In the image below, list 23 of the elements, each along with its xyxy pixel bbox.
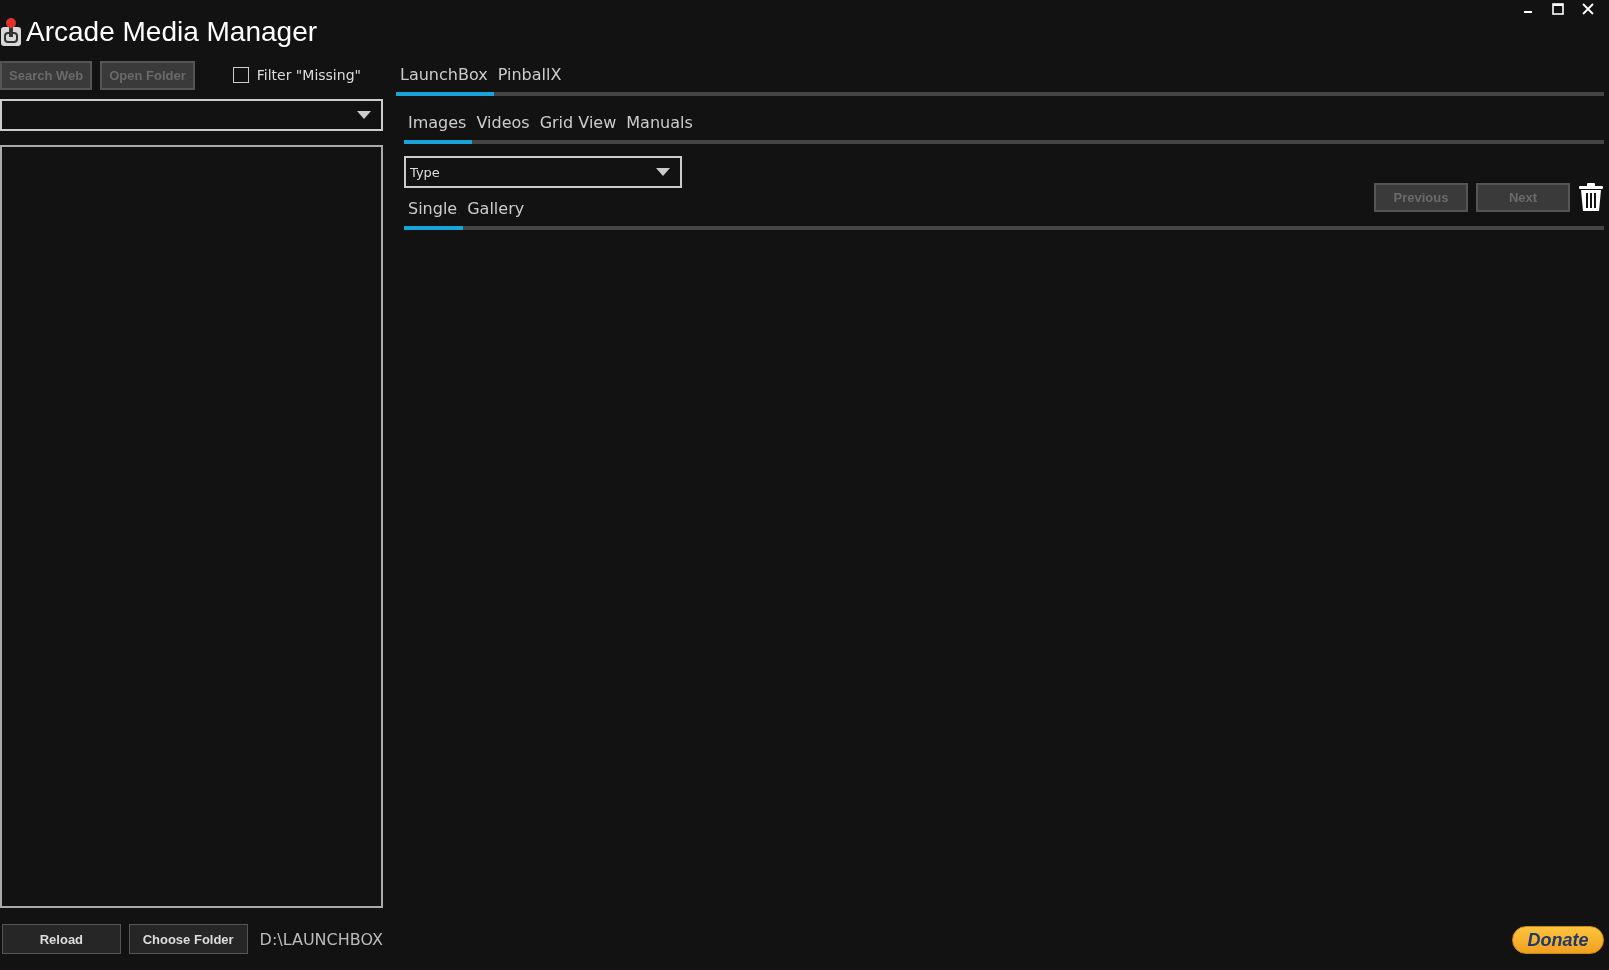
media-tab[interactable]: Manuals bbox=[622, 113, 699, 144]
window-title: Arcade Media Manager bbox=[26, 16, 318, 48]
footer-button[interactable]: Reload bbox=[2, 924, 121, 954]
platform-tab[interactable]: PinballX bbox=[493, 65, 568, 96]
caret-icon bbox=[656, 168, 670, 176]
caret-icon bbox=[357, 111, 371, 119]
folder-path: D:\LAUNCHBOX bbox=[259, 929, 383, 949]
maximize-icon[interactable] bbox=[1551, 2, 1565, 16]
view-tab[interactable]: Gallery bbox=[463, 199, 531, 230]
media-tab[interactable]: Videos bbox=[472, 113, 536, 144]
dropdown[interactable] bbox=[0, 99, 383, 131]
trash-icon[interactable] bbox=[1578, 182, 1604, 212]
media-tab[interactable]: Grid View bbox=[535, 113, 623, 144]
footer-button[interactable]: Choose Folder bbox=[128, 924, 248, 954]
view-tab[interactable]: Single bbox=[404, 199, 464, 230]
type-dropdown[interactable]: Type bbox=[404, 156, 682, 188]
donate-button[interactable]: Donate bbox=[1512, 926, 1604, 954]
media-tab[interactable]: Images bbox=[404, 113, 473, 144]
checkbox[interactable] bbox=[232, 67, 249, 83]
close-icon[interactable] bbox=[1581, 2, 1595, 16]
platform-tab[interactable]: LaunchBox bbox=[396, 65, 494, 96]
joystick-icon bbox=[0, 17, 22, 47]
checkbox-label[interactable]: Filter "Missing" bbox=[256, 67, 361, 83]
